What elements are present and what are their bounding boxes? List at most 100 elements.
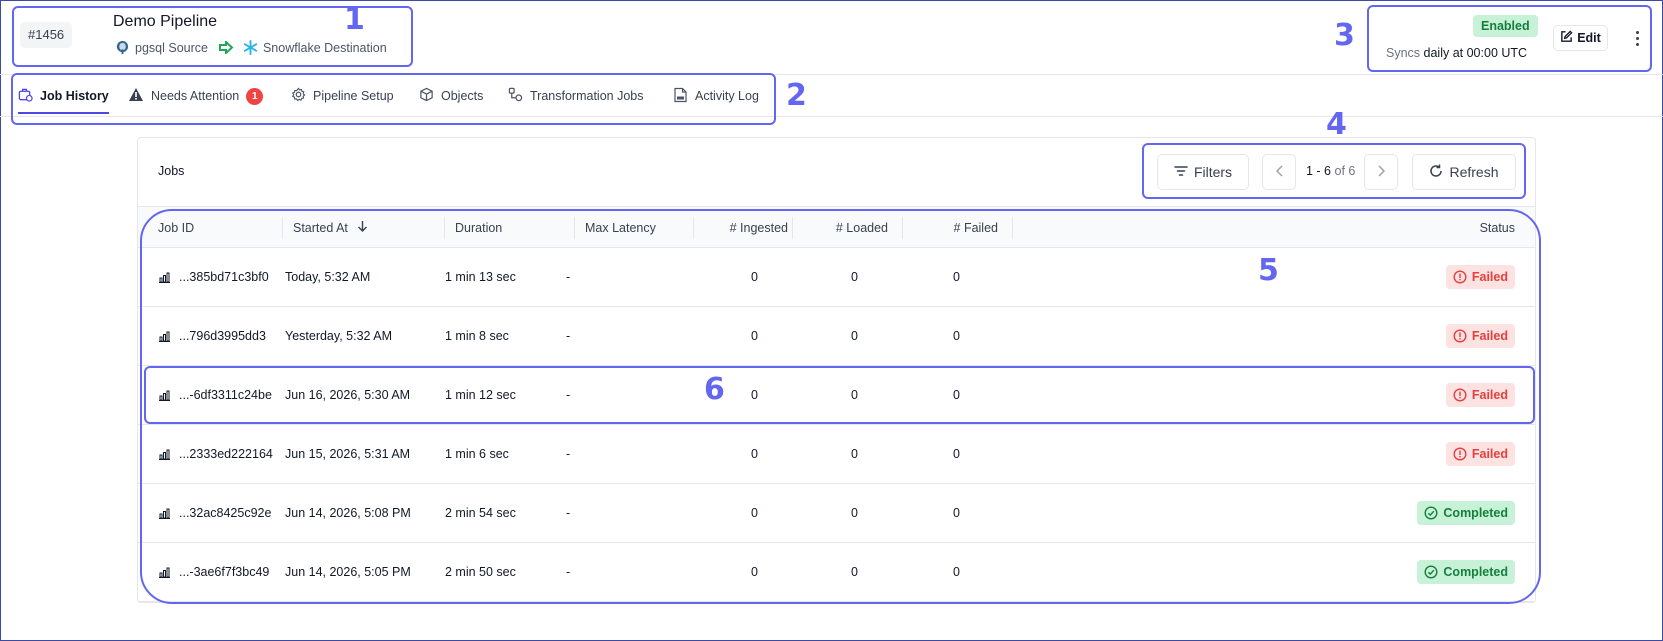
tab-objects[interactable]: Objects <box>419 75 483 117</box>
ingested-cell: 0 <box>751 506 758 520</box>
warning-icon <box>128 87 144 105</box>
duration-cell: 1 min 8 sec <box>445 329 509 343</box>
pipeline-id-badge: #1456 <box>20 22 73 48</box>
status-label: Completed <box>1443 565 1508 579</box>
pagination-text: 1 - 6 of 6 <box>1306 164 1355 178</box>
table-row[interactable]: ...-3ae6f7f3bc49 Jun 14, 2026, 5:05 PM 2 m… <box>138 543 1535 602</box>
destination-label: Snowflake Destination <box>262 40 387 55</box>
gear-icon <box>291 87 306 105</box>
tab-label: Needs Attention <box>151 89 240 103</box>
column-header-loaded[interactable]: # Loaded <box>798 207 888 249</box>
loaded-cell: 0 <box>851 506 858 520</box>
table-row[interactable]: ...-6df3311c24be Jun 16, 2026, 5:30 AM 1 m… <box>138 366 1535 425</box>
jobs-title: Jobs <box>158 164 185 178</box>
tab-label: Activity Log <box>695 89 759 103</box>
source-label: pgsql Source <box>135 40 208 55</box>
error-circle-icon <box>1453 329 1467 343</box>
failed-count-cell: 0 <box>953 447 960 461</box>
job-id-cell[interactable]: ...385bd71c3bf0 <box>158 248 269 307</box>
status-label: Completed <box>1443 506 1508 520</box>
tab-job-history[interactable]: Job History <box>18 75 109 117</box>
annotation-number-3: 3 <box>1334 18 1355 53</box>
annotation-number-5: 5 <box>1258 253 1279 288</box>
sync-prefix: Syncs <box>1386 46 1421 60</box>
edit-icon <box>1560 30 1573 46</box>
table-row[interactable]: ...385bd71c3bf0 Today, 5:32 AM 1 min 13 se… <box>138 248 1535 307</box>
job-id: ...796d3995dd3 <box>179 329 266 343</box>
duration-cell: 2 min 54 sec <box>445 506 516 520</box>
column-header-status[interactable]: Status <box>1388 207 1515 249</box>
failed-count-cell: 0 <box>953 270 960 284</box>
max-latency-cell: - <box>566 447 571 461</box>
tab-label: Objects <box>441 89 484 103</box>
table-row[interactable]: ...796d3995dd3 Yesterday, 5:32 AM 1 min 8 … <box>138 307 1535 366</box>
bar-chart-icon <box>158 567 171 578</box>
started-at-cell: Yesterday, 5:32 AM <box>285 329 393 343</box>
duration-cell: 1 min 12 sec <box>445 388 516 402</box>
failed-count-cell: 0 <box>953 329 960 343</box>
filters-button[interactable]: Filters <box>1157 154 1249 190</box>
failed-count-cell: 0 <box>953 506 960 520</box>
column-header-max-latency[interactable]: Max Latency <box>585 207 656 249</box>
error-circle-icon <box>1453 447 1467 461</box>
more-options-icon[interactable] <box>1630 26 1644 50</box>
max-latency-cell: - <box>566 506 571 520</box>
started-at-cell: Jun 14, 2026, 5:05 PM <box>285 565 411 579</box>
job-id-cell[interactable]: ...-6df3311c24be <box>158 366 272 425</box>
postgres-icon <box>115 40 130 55</box>
status-badge: Failed <box>1445 442 1515 466</box>
started-at-cell: Jun 15, 2026, 5:31 AM <box>285 447 411 461</box>
tab-activity-log[interactable]: Activity Log <box>673 75 759 117</box>
table-row[interactable]: ...32ac8425c92e Jun 14, 2026, 5:08 PM 2 mi… <box>138 484 1535 543</box>
column-header-started-at[interactable]: Started At <box>293 207 368 249</box>
column-header-ingested[interactable]: # Ingested <box>698 207 788 249</box>
table-row[interactable]: ...2333ed222164 Jun 15, 2026, 5:31 AM 1 mi… <box>138 425 1535 484</box>
tab-pipeline-setup[interactable]: Pipeline Setup <box>291 75 394 117</box>
jobs-card: Jobs Filters 1 - 6 of 6 Refresh Job ID S… <box>137 137 1536 603</box>
snowflake-icon <box>243 40 258 55</box>
column-header-job-id[interactable]: Job ID <box>158 207 194 249</box>
attention-count-badge: 1 <box>246 87 264 105</box>
bar-chart-icon <box>158 390 171 401</box>
tab-transformation-jobs[interactable]: Transformation Jobs <box>508 75 643 117</box>
transform-icon <box>508 87 523 105</box>
annotation-number-6: 6 <box>704 372 725 407</box>
tab-needs-attention[interactable]: Needs Attention 1 <box>128 75 264 117</box>
previous-page-button[interactable] <box>1262 154 1296 190</box>
bar-chart-icon <box>158 449 171 460</box>
loaded-cell: 0 <box>851 565 858 579</box>
refresh-button[interactable]: Refresh <box>1412 154 1516 190</box>
status-badge: Completed <box>1417 501 1515 525</box>
chevron-left-icon <box>1275 164 1284 180</box>
failed-count-cell: 0 <box>953 565 960 579</box>
job-id: ...32ac8425c92e <box>179 506 272 520</box>
column-header-duration[interactable]: Duration <box>455 207 502 249</box>
loaded-cell: 0 <box>851 388 858 402</box>
ingested-cell: 0 <box>751 329 758 343</box>
job-id-cell[interactable]: ...796d3995dd3 <box>158 307 266 366</box>
briefcase-icon <box>18 87 33 105</box>
column-header-label: Started At <box>293 221 348 235</box>
log-file-icon <box>673 87 688 106</box>
job-id-cell[interactable]: ...-3ae6f7f3bc49 <box>158 543 269 602</box>
job-id: ...-3ae6f7f3bc49 <box>179 565 270 579</box>
sync-schedule: Syncs daily at 00:00 UTC <box>1386 46 1527 60</box>
ingested-cell: 0 <box>751 565 758 579</box>
failed-count-cell: 0 <box>953 388 960 402</box>
sort-descending-icon <box>357 207 368 249</box>
check-circle-icon <box>1424 506 1438 520</box>
next-page-button[interactable] <box>1364 154 1398 190</box>
job-id: ...385bd71c3bf0 <box>179 270 269 284</box>
error-circle-icon <box>1453 270 1467 284</box>
job-id-cell[interactable]: ...2333ed222164 <box>158 425 273 484</box>
edit-button[interactable]: Edit <box>1553 25 1608 51</box>
job-id-cell[interactable]: ...32ac8425c92e <box>158 484 271 543</box>
job-id: ...2333ed222164 <box>179 447 273 461</box>
status-badge: Completed <box>1417 560 1515 584</box>
status-label: Failed <box>1471 270 1508 284</box>
annotation-number-4: 4 <box>1326 107 1347 142</box>
error-circle-icon <box>1453 388 1467 402</box>
status-label: Failed <box>1471 329 1508 343</box>
job-id: ...-6df3311c24be <box>179 388 272 402</box>
column-header-failed[interactable]: # Failed <box>908 207 998 249</box>
